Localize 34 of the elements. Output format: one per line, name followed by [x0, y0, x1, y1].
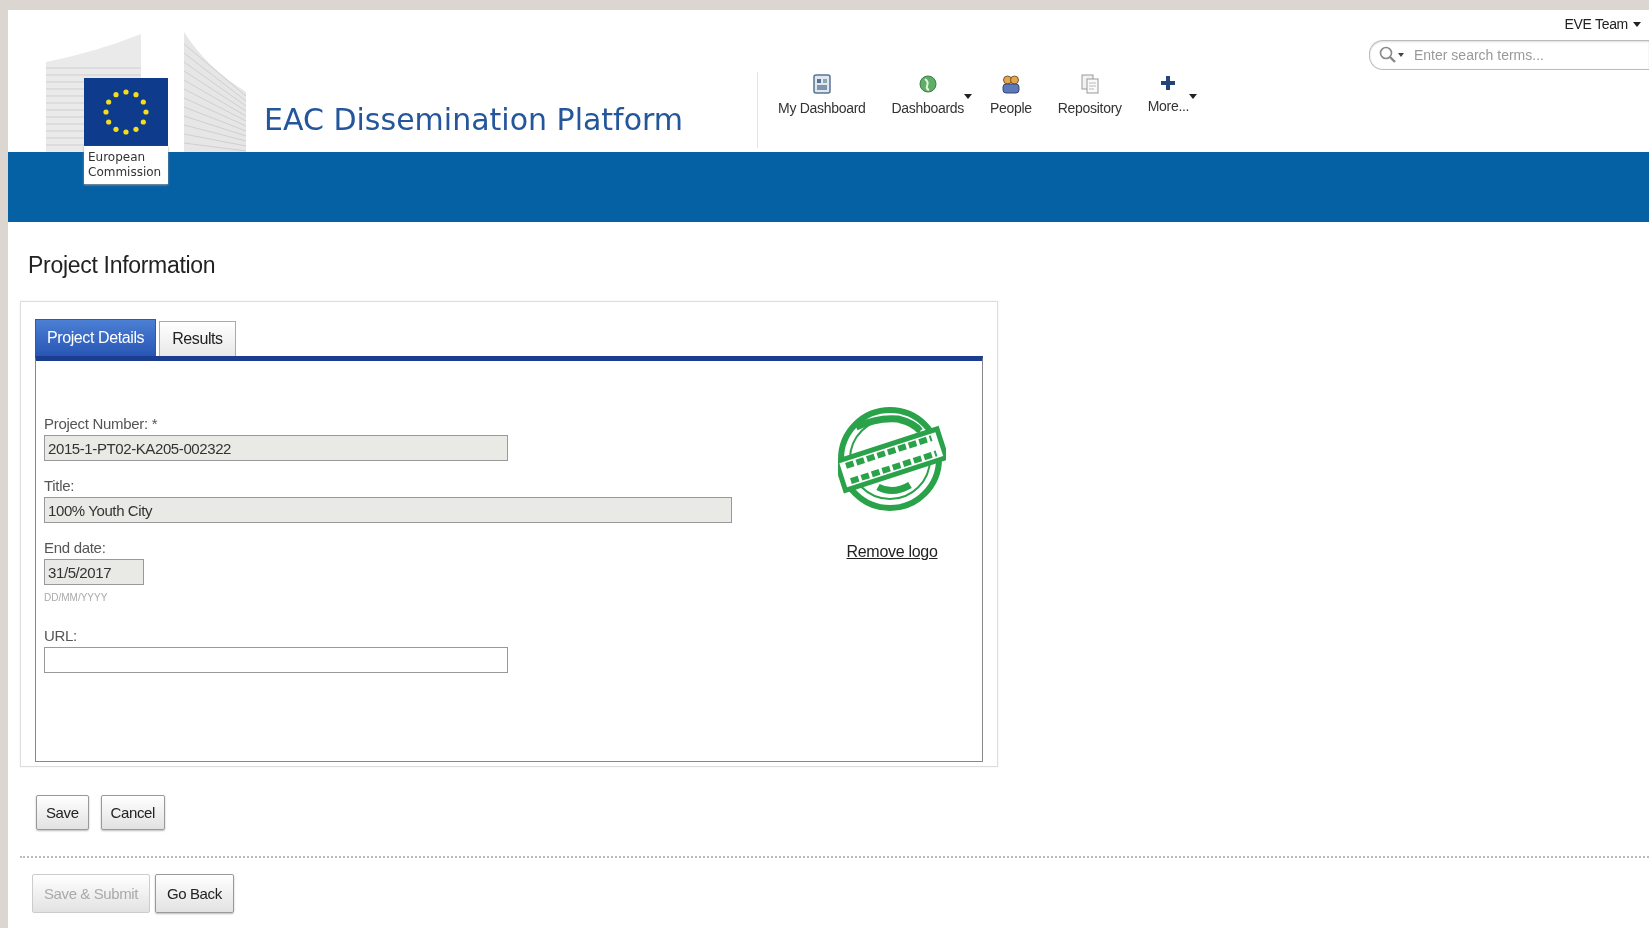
input-field[interactable]: 100% Youth City [44, 497, 732, 523]
input-field[interactable]: 2015-1-PT02-KA205-002322 [44, 435, 508, 461]
tab[interactable]: Results [159, 321, 236, 356]
input-field[interactable]: 31/5/2017 [44, 559, 144, 585]
nav-item[interactable]: Dashboards [891, 72, 972, 116]
nav-item[interactable]: People [990, 72, 1040, 116]
nav-item[interactable]: My Dashboard [778, 72, 874, 116]
field-label: End date: [44, 539, 107, 556]
action-button[interactable]: Save [36, 795, 89, 830]
tab[interactable]: Project Details [35, 319, 157, 356]
action-button[interactable]: Go Back [155, 874, 234, 913]
caret-icon [1189, 94, 1198, 99]
search-field[interactable]: Enter search terms... [1369, 40, 1649, 70]
caret-icon [964, 94, 972, 99]
page-title: Project Information [28, 252, 217, 279]
search-icon [1379, 46, 1405, 64]
user-menu[interactable]: EVE Team [1564, 16, 1641, 32]
site-title: EAC Dissemination Platform [264, 102, 684, 137]
input-field[interactable] [44, 647, 508, 673]
field-label: Project Number: * [44, 415, 159, 432]
nav-item[interactable]: More... [1147, 72, 1198, 114]
documents-icon [1080, 74, 1099, 94]
globe-icon [918, 74, 937, 94]
caret-icon [1633, 21, 1641, 27]
people-icon [1000, 74, 1021, 94]
nav-item[interactable]: Repository [1057, 72, 1130, 116]
date-format-hint: DD/MM/YYYY [44, 592, 109, 603]
field-label: Title: [44, 477, 76, 494]
dashboard-icon [812, 74, 831, 94]
logo-caption: European Commission [84, 146, 168, 184]
remove-logo-link[interactable]: Remove logo [846, 543, 938, 561]
field-label: URL: [44, 627, 78, 644]
plus-icon [1160, 74, 1177, 92]
action-button[interactable]: Cancel [100, 795, 165, 830]
